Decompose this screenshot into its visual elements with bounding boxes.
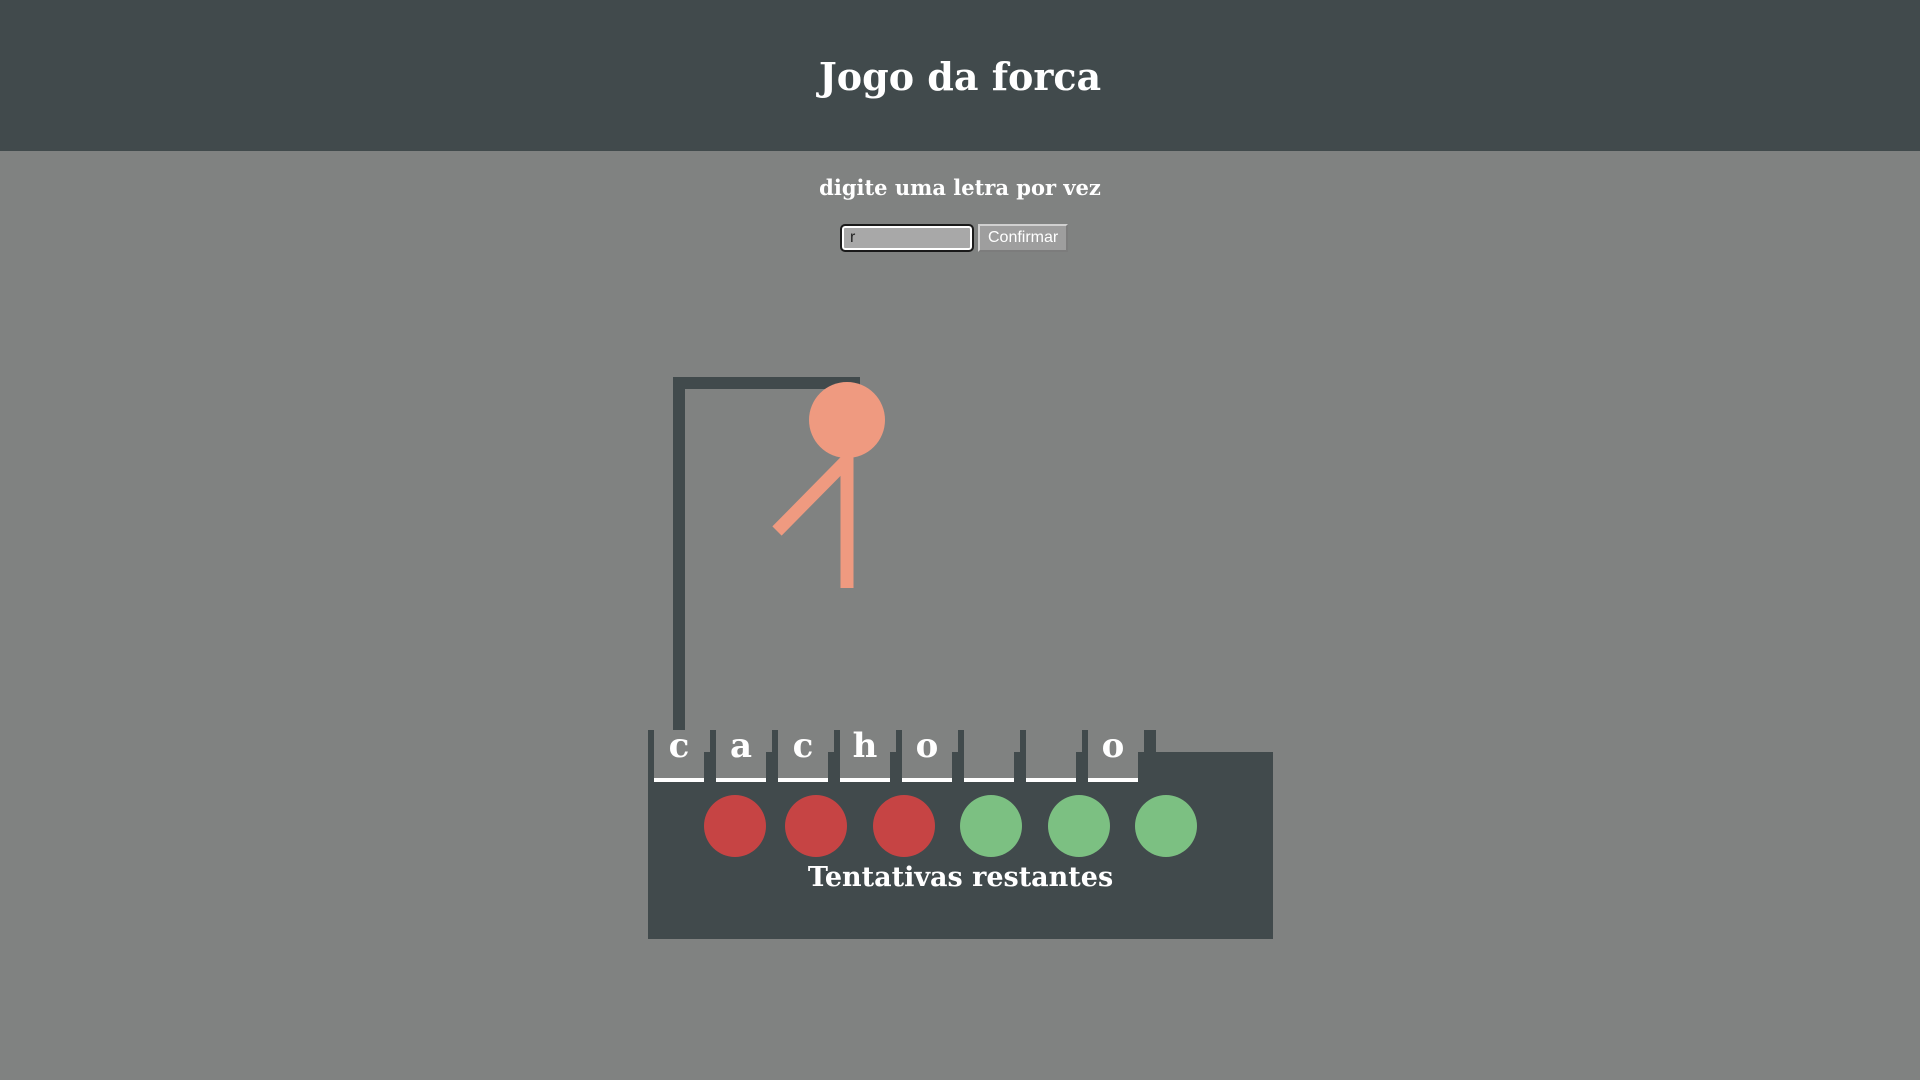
hangman-scene (673, 377, 885, 739)
slot-underline (778, 778, 828, 782)
slot-underline (964, 778, 1014, 782)
attempt-remaining-dot (1048, 795, 1110, 857)
slot-letter: c (792, 726, 814, 766)
letter-slot (964, 730, 1014, 782)
slot-letter: c (668, 726, 690, 766)
slot-underline (902, 778, 952, 782)
slot-separator (1144, 730, 1156, 782)
letter-slot: c (654, 726, 704, 782)
letter-slot: c (778, 726, 828, 782)
hangman-head (809, 382, 885, 458)
slot-underline (654, 778, 704, 782)
slot-letter: o (1101, 726, 1125, 766)
letter-slot: h (840, 726, 890, 782)
hangman-left-arm (772, 455, 852, 536)
attempt-used-dot (704, 795, 766, 857)
gallows-post (673, 377, 685, 739)
slot-letter: h (852, 726, 878, 766)
slot-letter: o (915, 726, 939, 766)
slot-letter: a (729, 726, 753, 766)
slot-underline (716, 778, 766, 782)
slot-underline (1026, 778, 1076, 782)
letter-slot: o (1088, 726, 1138, 782)
attempt-used-dot (873, 795, 935, 857)
attempt-used-dot (785, 795, 847, 857)
slot-underline (1088, 778, 1138, 782)
attempt-remaining-dot (1135, 795, 1197, 857)
attempt-remaining-dot (960, 795, 1022, 857)
letter-slot (1026, 730, 1076, 782)
slot-underline (840, 778, 890, 782)
letter-slot: o (902, 726, 952, 782)
attempts-label: Tentativas restantes (807, 862, 1114, 893)
hangman-figure (772, 382, 885, 588)
letter-slot: a (716, 726, 766, 782)
